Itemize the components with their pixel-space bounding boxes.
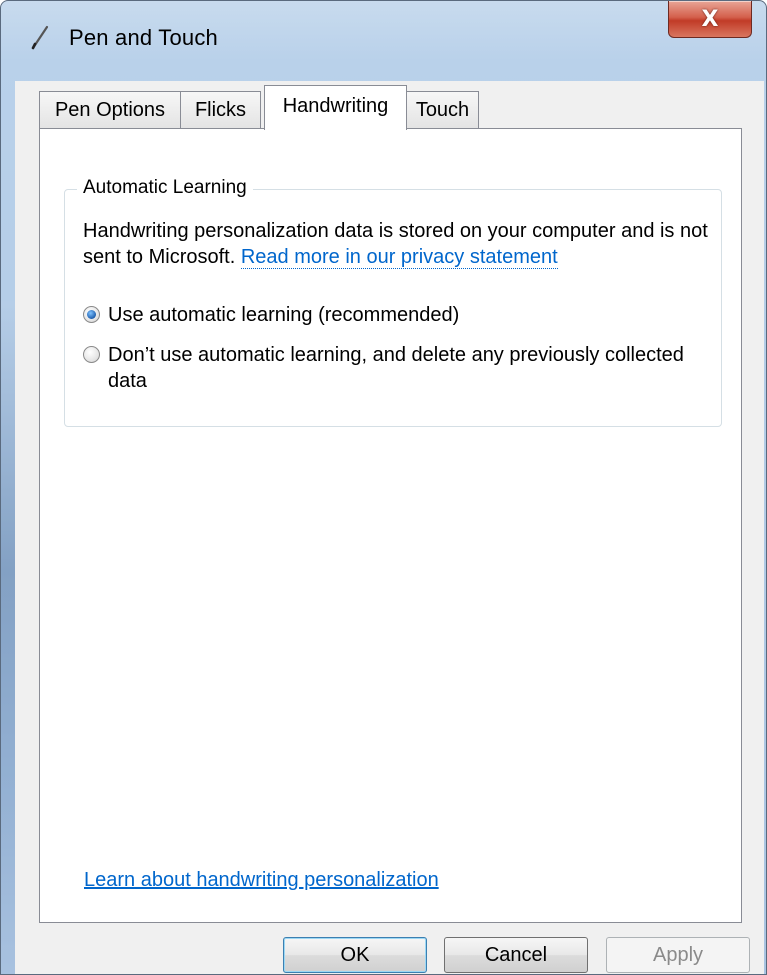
- button-label: OK: [340, 943, 370, 966]
- window-title: Pen and Touch: [69, 25, 218, 50]
- radio-label: Use automatic learning (recommended): [108, 304, 460, 326]
- tab-label: Pen Options: [54, 99, 166, 121]
- tab-touch[interactable]: Touch: [406, 91, 479, 129]
- radio-dont-use-automatic-learning[interactable]: Don’t use automatic learning, and delete…: [83, 342, 698, 394]
- radio-button-unselected[interactable]: [83, 346, 100, 363]
- tab-pen-options[interactable]: Pen Options: [39, 91, 181, 129]
- ok-button[interactable]: OK: [283, 937, 427, 973]
- automatic-learning-group: Automatic Learning Handwriting personali…: [64, 177, 722, 427]
- pen-and-touch-window: Pen and Touch X Pen Options Flicks Handw…: [0, 0, 767, 975]
- handwriting-tab-panel: Automatic Learning Handwriting personali…: [39, 128, 742, 923]
- tab-label: Touch: [415, 99, 470, 121]
- button-label: Apply: [652, 943, 704, 966]
- group-legend: Automatic Learning: [77, 177, 253, 199]
- close-button[interactable]: X: [668, 1, 752, 38]
- privacy-info-text: Handwriting personalization data is stor…: [83, 218, 713, 270]
- button-label: Cancel: [484, 943, 548, 966]
- window-frame-shadow: [1, 301, 15, 974]
- pen-icon: [29, 23, 53, 51]
- learn-handwriting-personalization-link[interactable]: Learn about handwriting personalization: [84, 869, 439, 892]
- cancel-button[interactable]: Cancel: [444, 937, 588, 973]
- radio-button-selected[interactable]: [83, 306, 100, 323]
- close-icon: X: [701, 6, 719, 32]
- tab-label: Flicks: [194, 99, 247, 121]
- apply-button[interactable]: Apply: [606, 937, 750, 973]
- title-bar[interactable]: Pen and Touch X: [1, 1, 766, 81]
- radio-dot: [87, 310, 96, 319]
- privacy-statement-link[interactable]: Read more in our privacy statement: [240, 246, 558, 269]
- tab-label: Handwriting: [282, 95, 389, 117]
- radio-use-automatic-learning[interactable]: Use automatic learning (recommended): [83, 302, 698, 328]
- radio-label: Don’t use automatic learning, and delete…: [108, 344, 684, 392]
- tab-flicks[interactable]: Flicks: [180, 91, 261, 129]
- dialog-client-area: Pen Options Flicks Handwriting Touch Aut…: [15, 81, 764, 974]
- tab-handwriting[interactable]: Handwriting: [264, 85, 407, 130]
